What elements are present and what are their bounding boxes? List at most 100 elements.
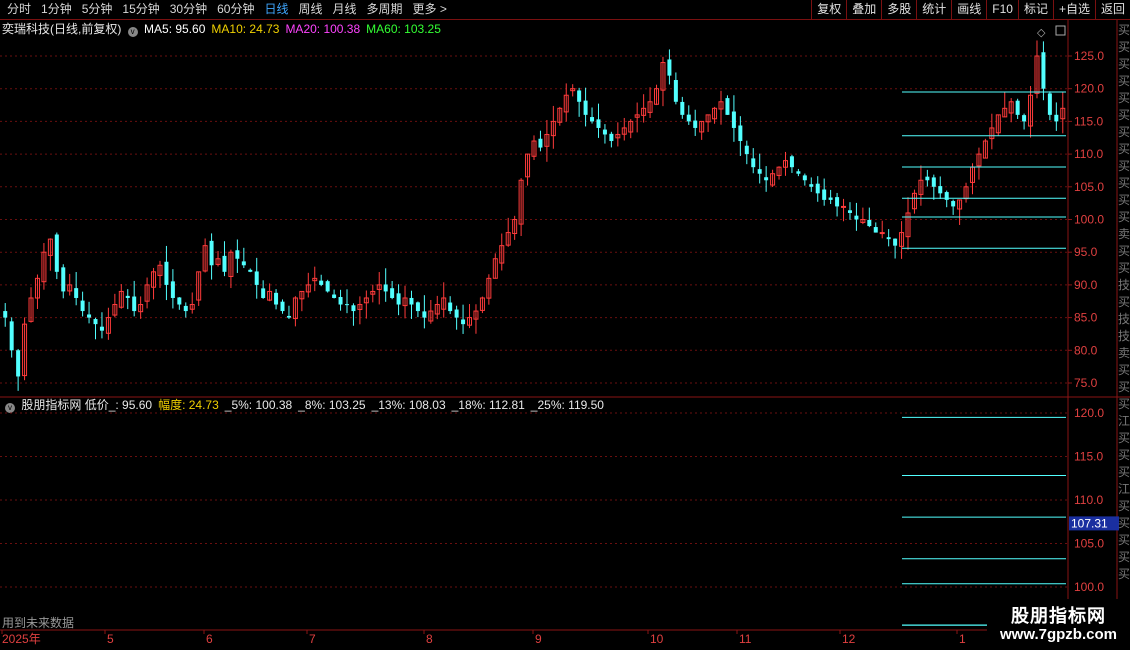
x-label-9: 1: [959, 632, 966, 646]
y-tick-label-3: 110.0: [1074, 147, 1103, 161]
sub-y-tick-label-3: 105.0: [1074, 537, 1104, 551]
candle-down: [738, 125, 743, 142]
sub-y-tick-label-1: 115.0: [1074, 450, 1103, 464]
candle-down: [751, 158, 756, 168]
candle-down: [686, 114, 691, 122]
x-label-4: 8: [426, 632, 433, 646]
candle-down: [454, 309, 459, 318]
candle-down: [867, 219, 872, 227]
candle-down: [274, 292, 279, 305]
y-tick-label-4: 105.0: [1074, 180, 1104, 194]
candle-down: [99, 326, 104, 331]
candle-down: [802, 175, 807, 181]
x-label-6: 10: [650, 632, 664, 646]
y-tick-label-0: 125.0: [1074, 49, 1104, 63]
x-label-0: 2025年: [2, 632, 41, 646]
candle-down: [132, 296, 137, 312]
y-tick-label-5: 100.0: [1074, 213, 1104, 227]
window-toggle-icon: [1055, 25, 1066, 36]
candle-up: [841, 205, 847, 208]
candle-down: [177, 297, 182, 305]
candle-down: [325, 281, 330, 292]
candle-down: [757, 169, 762, 174]
candle-down: [87, 314, 92, 318]
candle-down: [280, 301, 285, 312]
kline-chart[interactable]: 125.0120.0115.0110.0105.0100.095.090.085…: [0, 0, 1130, 650]
candle-down: [209, 240, 214, 266]
sub-y-tick-label-4: 100.0: [1074, 580, 1104, 594]
candle-down: [893, 238, 898, 246]
candle-down: [1022, 115, 1027, 122]
candle-down: [538, 138, 543, 148]
y-tick-label-6: 95.0: [1074, 245, 1098, 259]
candle-down: [9, 321, 14, 351]
candle-down: [822, 189, 827, 200]
candle-down: [931, 177, 936, 187]
watermark-url: www.7gpzb.com: [1000, 626, 1117, 643]
candle-down: [583, 100, 588, 115]
x-label-8: 12: [842, 632, 856, 646]
watermark-title: 股朋指标网: [1011, 606, 1106, 626]
candle-down: [796, 171, 801, 174]
watermark-logo: 股朋指标网 www.7gpzb.com: [987, 599, 1130, 650]
x-label-1: 5: [107, 632, 114, 646]
candle-down: [764, 177, 769, 181]
future-data-note: 用到未来数据: [2, 616, 75, 630]
candle-down: [80, 300, 85, 312]
sub-y-tick-label-2: 110.0: [1074, 493, 1103, 507]
candle-down: [74, 288, 79, 298]
y-tick-label-7: 90.0: [1074, 278, 1098, 292]
candle-down: [164, 261, 169, 285]
y-tick-label-10: 75.0: [1074, 376, 1098, 390]
candle-down: [667, 59, 672, 76]
candle-down: [319, 280, 324, 285]
candle-down: [577, 90, 582, 102]
candle-down: [248, 269, 253, 272]
y-tick-label-1: 120.0: [1074, 82, 1104, 96]
candle-down: [886, 237, 891, 240]
candle-down: [286, 315, 291, 318]
candle-down: [693, 120, 698, 128]
candle-down: [16, 350, 21, 377]
candle-down: [590, 117, 595, 122]
candle-down: [725, 98, 730, 115]
candle-down: [3, 311, 8, 318]
candle-down: [596, 119, 601, 128]
sub-y-tick-label-0: 120.0: [1074, 406, 1104, 420]
candle-down: [415, 302, 420, 312]
candle-down: [254, 271, 259, 285]
candle-down: [809, 184, 814, 187]
candle-down: [261, 288, 266, 298]
candle-down: [847, 210, 852, 213]
x-label-2: 6: [206, 632, 213, 646]
y-tick-label-8: 85.0: [1074, 311, 1098, 325]
x-label-3: 7: [309, 632, 316, 646]
candle-down: [1041, 52, 1046, 89]
candle-down: [332, 294, 337, 298]
candle-down: [396, 293, 401, 305]
candle-down: [828, 197, 833, 200]
candle-down: [1015, 100, 1020, 115]
candle-down: [183, 305, 188, 312]
candle-down: [835, 197, 840, 207]
y-tick-label-9: 80.0: [1074, 343, 1098, 357]
candle-down: [170, 281, 175, 298]
cursor-value-label: 107.31: [1071, 516, 1108, 530]
right-side-panel-text: 买买买买买买买买买买买买卖买买技买技技卖买买买江买买买江买买买买买: [1118, 23, 1130, 581]
candle-down: [680, 101, 685, 115]
candle-down: [1054, 114, 1059, 122]
candle-down: [125, 295, 130, 298]
candle-down: [789, 156, 794, 168]
candle-down: [815, 183, 820, 194]
candle-down: [951, 201, 956, 207]
candle-down: [344, 304, 349, 306]
candle-up: [879, 232, 885, 235]
diamond-icon: ◇: [1037, 27, 1046, 39]
candle-down: [422, 311, 427, 318]
candle-down: [938, 186, 943, 194]
candle-down: [61, 267, 66, 292]
candle-down: [54, 234, 59, 272]
candle-down: [409, 297, 414, 305]
candle-down: [383, 284, 388, 292]
candle-down: [873, 227, 878, 233]
